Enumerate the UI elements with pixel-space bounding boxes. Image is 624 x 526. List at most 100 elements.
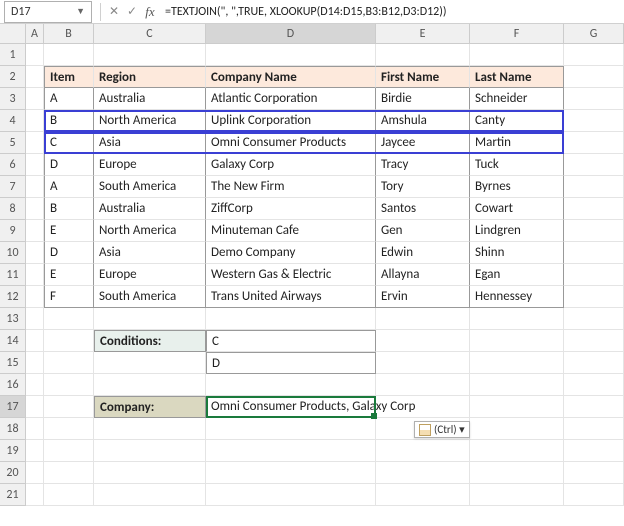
cell[interactable]	[26, 66, 44, 88]
cell[interactable]	[470, 484, 564, 506]
cell[interactable]	[564, 44, 624, 66]
cell[interactable]	[94, 308, 206, 330]
cell-item[interactable]: D	[44, 242, 94, 264]
cell-first[interactable]: Jaycee	[376, 132, 470, 154]
name-box[interactable]: D17 ▼	[4, 1, 92, 23]
condition-1[interactable]: C	[206, 330, 376, 352]
cell-item[interactable]: D	[44, 154, 94, 176]
cell[interactable]	[26, 154, 44, 176]
cell[interactable]	[26, 176, 44, 198]
row-header-12[interactable]: 12	[0, 286, 26, 308]
cell-last[interactable]: Hennessey	[470, 286, 564, 308]
cell-company[interactable]: Demo Company	[206, 242, 376, 264]
cell[interactable]	[94, 440, 206, 462]
cell[interactable]	[26, 110, 44, 132]
cell-last[interactable]: Shinn	[470, 242, 564, 264]
cell[interactable]	[26, 484, 44, 506]
row-header-13[interactable]: 13	[0, 308, 26, 330]
cell[interactable]	[44, 484, 94, 506]
cell-item[interactable]: A	[44, 88, 94, 110]
confirm-icon[interactable]: ✓	[123, 3, 141, 21]
cell[interactable]	[44, 396, 94, 418]
cell[interactable]	[44, 374, 94, 396]
cell-company[interactable]: ZiffCorp	[206, 198, 376, 220]
cell[interactable]	[26, 462, 44, 484]
conditions-label[interactable]: Conditions:	[94, 330, 206, 352]
cell[interactable]	[206, 440, 376, 462]
cell[interactable]	[26, 132, 44, 154]
cell-region[interactable]: North America	[94, 220, 206, 242]
cell-company[interactable]: Omni Consumer Products	[206, 132, 376, 154]
row-header-16[interactable]: 16	[0, 374, 26, 396]
cell[interactable]	[564, 220, 624, 242]
row-header-7[interactable]: 7	[0, 176, 26, 198]
cell-last[interactable]: Egan	[470, 264, 564, 286]
cell-last[interactable]: Schneider	[470, 88, 564, 110]
cell[interactable]	[470, 440, 564, 462]
row-header-4[interactable]: 4	[0, 110, 26, 132]
cell[interactable]	[564, 396, 624, 418]
cell[interactable]	[94, 462, 206, 484]
cell[interactable]	[26, 44, 44, 66]
cell-item[interactable]: B	[44, 198, 94, 220]
cell[interactable]	[470, 396, 564, 418]
header-region[interactable]: Region	[94, 66, 206, 88]
cell-first[interactable]: Ervin	[376, 286, 470, 308]
cell-region[interactable]: Europe	[94, 154, 206, 176]
cell[interactable]	[564, 242, 624, 264]
fx-icon[interactable]: fx	[141, 3, 159, 21]
row-header-9[interactable]: 9	[0, 220, 26, 242]
header-first[interactable]: First Name	[376, 66, 470, 88]
cell[interactable]	[206, 418, 376, 440]
cell[interactable]	[376, 330, 470, 352]
col-header-C[interactable]: C	[94, 24, 206, 44]
cell[interactable]	[94, 418, 206, 440]
cell[interactable]	[564, 286, 624, 308]
cell[interactable]	[44, 308, 94, 330]
cell-item[interactable]: A	[44, 176, 94, 198]
col-header-A[interactable]: A	[26, 24, 44, 44]
cell[interactable]	[376, 396, 470, 418]
cell-region[interactable]: Asia	[94, 242, 206, 264]
cell[interactable]	[44, 418, 94, 440]
row-header-1[interactable]: 1	[0, 44, 26, 66]
cell-first[interactable]: Tory	[376, 176, 470, 198]
cell[interactable]	[44, 462, 94, 484]
cell-region[interactable]: Asia	[94, 132, 206, 154]
cell[interactable]	[564, 176, 624, 198]
cell[interactable]	[564, 374, 624, 396]
cell-last[interactable]: Byrnes	[470, 176, 564, 198]
cell[interactable]	[470, 308, 564, 330]
header-company[interactable]: Company Name	[206, 66, 376, 88]
row-header-15[interactable]: 15	[0, 352, 26, 374]
row-header-14[interactable]: 14	[0, 330, 26, 352]
row-header-21[interactable]: 21	[0, 484, 26, 506]
row-header-10[interactable]: 10	[0, 242, 26, 264]
cell[interactable]	[564, 440, 624, 462]
cell[interactable]	[376, 374, 470, 396]
cell-item[interactable]: E	[44, 220, 94, 242]
cell[interactable]	[26, 308, 44, 330]
cell-item[interactable]: B	[44, 110, 94, 132]
select-all-corner[interactable]	[0, 24, 26, 44]
cell-region[interactable]: North America	[94, 110, 206, 132]
row-header-17[interactable]: 17	[0, 396, 26, 418]
header-item[interactable]: Item	[44, 66, 94, 88]
cells[interactable]: ItemRegionCompany NameFirst NameLast Nam…	[26, 44, 624, 506]
cell-company[interactable]: Atlantic Corporation	[206, 88, 376, 110]
cell[interactable]	[564, 484, 624, 506]
cell[interactable]	[564, 132, 624, 154]
cell[interactable]	[26, 352, 44, 374]
row-header-18[interactable]: 18	[0, 418, 26, 440]
cell[interactable]	[564, 154, 624, 176]
col-header-B[interactable]: B	[44, 24, 94, 44]
cell[interactable]	[564, 308, 624, 330]
formula-input[interactable]: =TEXTJOIN(", ",TRUE, XLOOKUP(D14:D15,B3:…	[159, 5, 624, 19]
cell-first[interactable]: Edwin	[376, 242, 470, 264]
cell[interactable]	[564, 110, 624, 132]
cell-last[interactable]: Martin	[470, 132, 564, 154]
cell[interactable]	[44, 352, 94, 374]
company-result[interactable]: Omni Consumer Products, Galaxy Corp	[206, 396, 376, 418]
cell-first[interactable]: Santos	[376, 198, 470, 220]
cell[interactable]	[26, 198, 44, 220]
